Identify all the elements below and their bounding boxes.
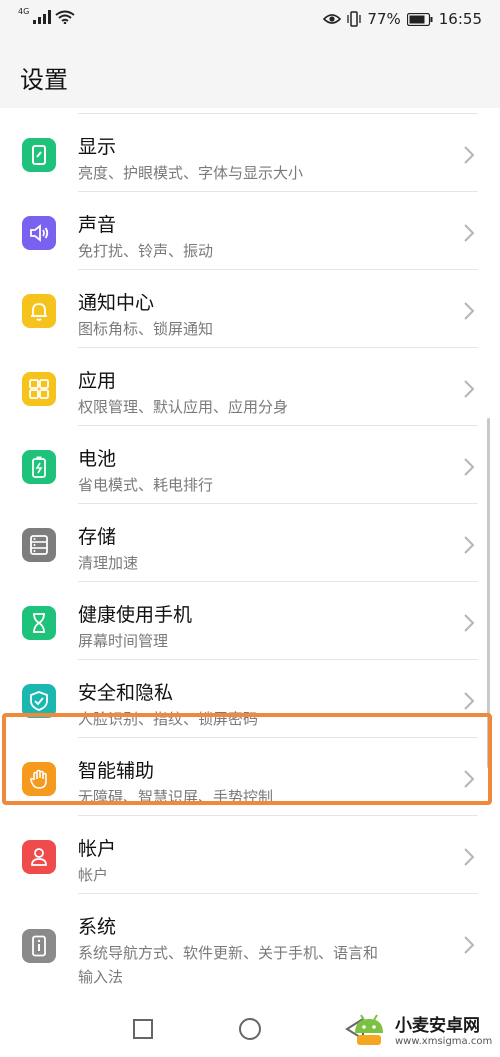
settings-item-accounts[interactable]: 帐户 帐户: [0, 816, 500, 894]
chevron-right-icon: [464, 848, 475, 866]
item-title: 健康使用手机: [78, 604, 193, 626]
home-button[interactable]: [238, 1017, 262, 1041]
hourglass-icon: [22, 606, 56, 640]
status-bar: 4G 77% 16:55: [0, 0, 500, 44]
apps-grid-icon: [22, 372, 56, 406]
settings-item-storage[interactable]: 存储 清理加速: [0, 504, 500, 582]
chevron-right-icon: [464, 614, 475, 632]
settings-item-notifications[interactable]: 通知中心 图标角标、锁屏通知: [0, 270, 500, 348]
chevron-right-icon: [464, 380, 475, 398]
chevron-right-icon: [464, 458, 475, 476]
signal-icon: [33, 10, 52, 24]
android-logo-icon: [355, 1014, 383, 1045]
display-icon: [22, 138, 56, 172]
recents-button[interactable]: [132, 1018, 154, 1040]
item-title: 声音: [78, 214, 117, 236]
item-subtitle: 屏幕时间管理: [78, 632, 169, 650]
settings-item-sound[interactable]: 声音 免打扰、铃声、振动: [0, 192, 500, 270]
wifi-icon: [55, 10, 75, 24]
header: 设置: [0, 44, 500, 108]
watermark-title: 小麦安卓网: [395, 1016, 480, 1036]
item-title: 电池: [78, 448, 117, 470]
watermark: 小麦安卓网 www.xmsigma.com: [349, 1005, 494, 1053]
item-title: 显示: [78, 136, 117, 158]
item-subtitle: 系统导航方式、软件更新、关于手机、语言和: [78, 944, 379, 962]
chevron-right-icon: [464, 536, 475, 554]
vibrate-icon: [347, 11, 362, 27]
network-type-label: 4G: [18, 6, 30, 16]
settings-item-system[interactable]: 系统 系统导航方式、软件更新、关于手机、语言和 输入法: [0, 894, 500, 998]
storage-icon: [22, 528, 56, 562]
item-title: 存储: [78, 526, 117, 548]
item-title: 帐户: [78, 838, 117, 860]
item-subtitle: 清理加速: [78, 554, 139, 572]
item-title: 通知中心: [78, 292, 155, 314]
item-subtitle: 权限管理、默认应用、应用分身: [78, 398, 289, 416]
item-title: 安全和隐私: [78, 682, 174, 704]
chevron-right-icon: [464, 224, 475, 242]
page-title: 设置: [20, 66, 68, 94]
eye-comfort-icon: [323, 14, 342, 24]
settings-list[interactable]: 显示 亮度、护眼模式、字体与显示大小 声音 免打扰、铃声、振动 通知中心 图标角…: [0, 108, 500, 1008]
item-subtitle: 亮度、护眼模式、字体与显示大小: [78, 164, 304, 182]
bell-icon: [22, 294, 56, 328]
item-title: 系统: [78, 916, 117, 938]
clock: 16:55: [438, 10, 482, 28]
chevron-right-icon: [464, 692, 475, 710]
battery-icon: [22, 450, 56, 484]
settings-item-battery[interactable]: 电池 省电模式、耗电排行: [0, 426, 500, 504]
battery-percent: 77%: [367, 10, 401, 28]
user-icon: [22, 840, 56, 874]
watermark-text: 小麦安卓网 www.xmsigma.com: [395, 1011, 492, 1047]
status-right: 77% 16:55: [323, 10, 482, 28]
chevron-right-icon: [464, 302, 475, 320]
battery-status-icon: [406, 12, 433, 26]
chevron-right-icon: [464, 146, 475, 164]
watermark-url: www.xmsigma.com: [395, 1036, 493, 1047]
settings-item-display[interactable]: 显示 亮度、护眼模式、字体与显示大小: [0, 114, 500, 192]
item-subtitle: 免打扰、铃声、振动: [78, 242, 214, 260]
item-subtitle-line2: 输入法: [78, 968, 124, 986]
settings-item-apps[interactable]: 应用 权限管理、默认应用、应用分身: [0, 348, 500, 426]
item-subtitle: 图标角标、锁屏通知: [78, 320, 214, 338]
speaker-icon: [22, 216, 56, 250]
highlight-frame: [2, 713, 492, 805]
item-subtitle: 帐户: [78, 866, 109, 884]
navigation-bar: 小麦安卓网 www.xmsigma.com: [0, 1008, 500, 1057]
item-subtitle: 省电模式、耗电排行: [78, 476, 214, 494]
chevron-right-icon: [464, 936, 475, 954]
settings-item-digital-balance[interactable]: 健康使用手机 屏幕时间管理: [0, 582, 500, 660]
item-title: 应用: [78, 370, 117, 392]
phone-info-icon: [22, 929, 56, 963]
status-left: 4G: [18, 6, 75, 24]
